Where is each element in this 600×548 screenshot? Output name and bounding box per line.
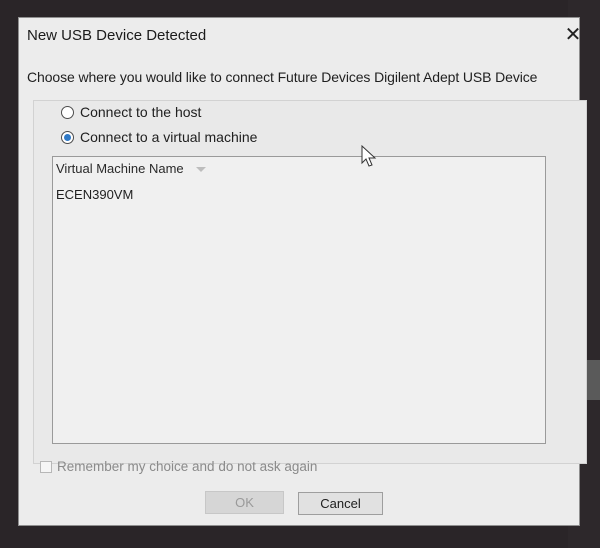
connect-host-radio[interactable] [61,105,74,119]
connect-vm-option[interactable]: Connect to a virtual machine [61,129,257,145]
remember-choice-checkbox[interactable] [40,460,52,473]
connect-vm-radio[interactable] [61,130,74,144]
vm-name-column-header[interactable]: Virtual Machine Name [56,161,184,176]
remember-choice-label: Remember my choice and do not ask again [57,459,318,474]
sort-down-icon [195,167,206,172]
cancel-button[interactable]: Cancel [298,492,383,515]
vm-list-header[interactable]: Virtual Machine Name [56,161,206,176]
connect-host-option[interactable]: Connect to the host [61,104,201,120]
dialog-title: New USB Device Detected [27,27,207,44]
dialog-heading: Choose where you would like to connect F… [27,69,538,85]
ok-button[interactable]: OK [205,491,284,514]
connect-host-label: Connect to the host [80,104,202,120]
mouse-pointer-icon [361,145,377,167]
vm-list[interactable]: Virtual Machine Name ECEN390VM [52,156,546,444]
vm-list-item[interactable]: ECEN390VM [56,187,133,202]
remember-choice-option[interactable]: Remember my choice and do not ask again [40,459,317,474]
connect-vm-label: Connect to a virtual machine [80,129,258,145]
close-icon[interactable]: ✕ [563,25,583,46]
usb-detected-dialog: New USB Device Detected ✕ Choose where y… [18,17,587,526]
